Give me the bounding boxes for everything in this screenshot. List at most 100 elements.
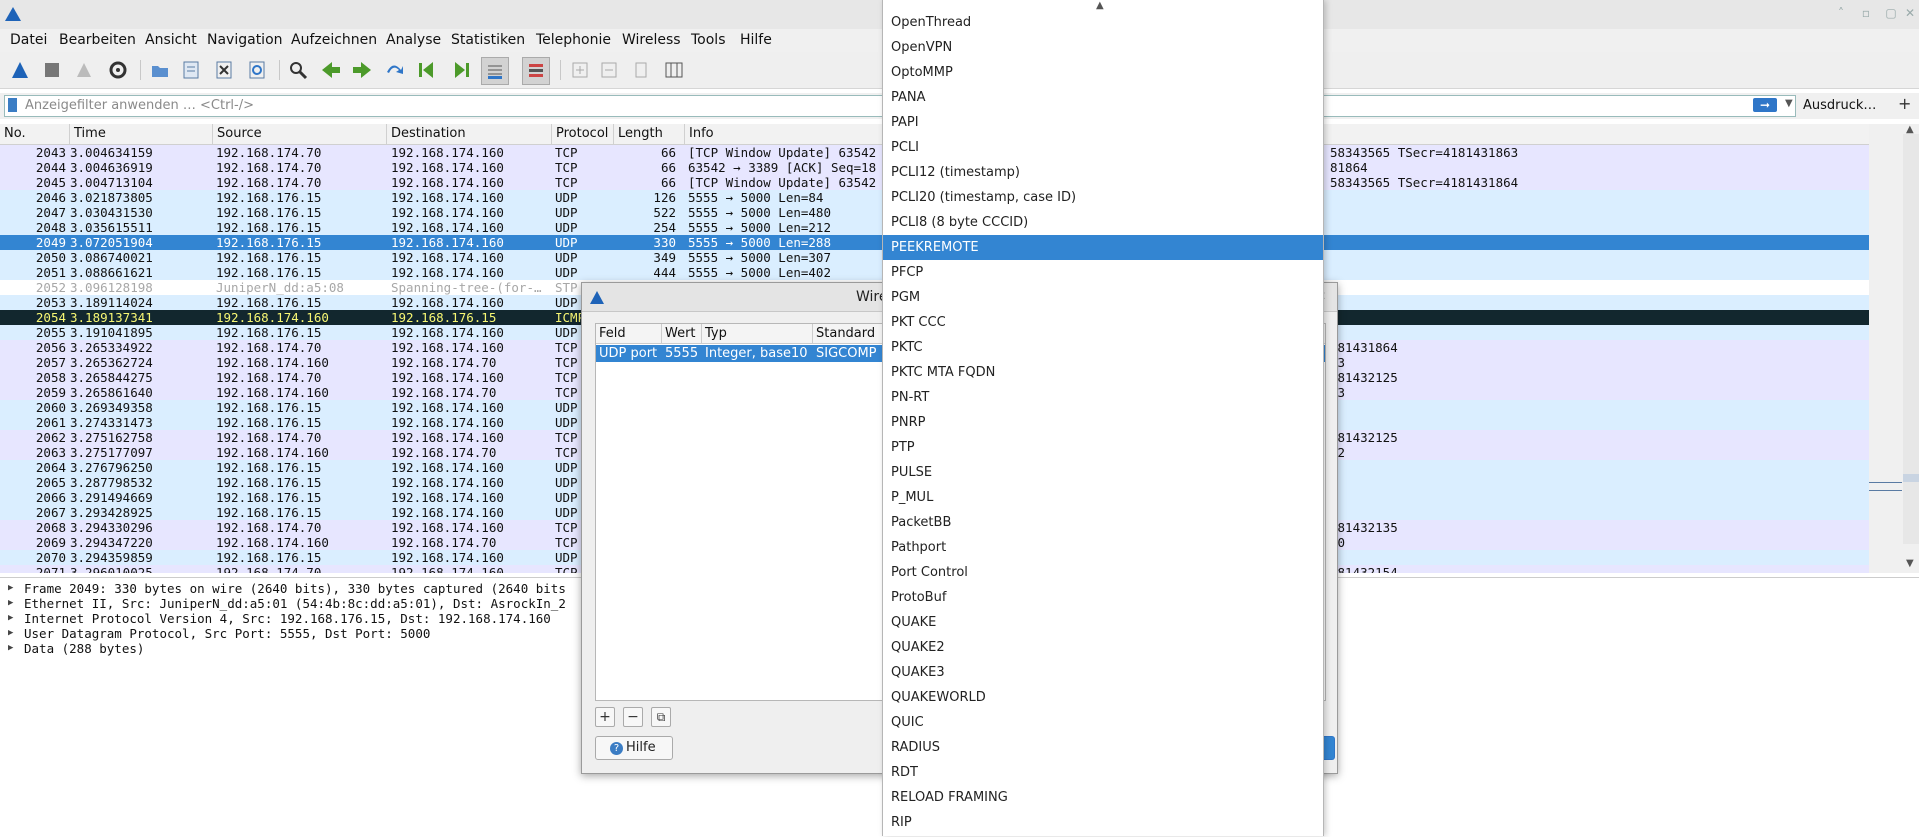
add-filter-button[interactable]: +: [1898, 94, 1911, 113]
dropdown-item[interactable]: PacketBB: [883, 510, 1323, 535]
dropdown-item[interactable]: RIP: [883, 810, 1323, 835]
scroll-down-icon[interactable]: ▼: [1906, 558, 1914, 569]
col-typ[interactable]: Typ: [702, 324, 813, 344]
normal-size-icon[interactable]: [628, 57, 654, 83]
menu-aufzeichnen[interactable]: Aufzeichnen: [291, 31, 377, 50]
dropdown-item[interactable]: PEEKREMOTE: [883, 235, 1323, 260]
menu-wireless[interactable]: Wireless: [622, 31, 681, 50]
dropdown-item[interactable]: RELOAD FRAMING: [883, 785, 1323, 810]
protocol-dropdown-list[interactable]: ▲ OpenThread OpenVPN OptoMMP PANA PAPI PCLI PC…: [882, 0, 1324, 836]
menu-analyse[interactable]: Analyse: [386, 31, 441, 50]
col-length[interactable]: Length: [614, 124, 685, 144]
zoom-out-icon[interactable]: [596, 57, 622, 83]
col-wert[interactable]: Wert: [662, 324, 702, 344]
zoom-in-icon[interactable]: [567, 57, 593, 83]
dropdown-item[interactable]: RDT: [883, 760, 1323, 785]
dropdown-item[interactable]: RADIUS: [883, 735, 1323, 760]
dropdown-item[interactable]: QUAKE: [883, 610, 1323, 635]
add-entry-button[interactable]: +: [595, 707, 615, 727]
packet-list-scrollbar[interactable]: ▲ ▼: [1869, 124, 1919, 573]
scroll-thumb[interactable]: [1903, 474, 1919, 482]
col-no[interactable]: No.: [0, 124, 70, 144]
go-to-packet-icon[interactable]: [381, 57, 407, 83]
dropdown-item[interactable]: Port Control: [883, 560, 1323, 585]
chevron-down-icon[interactable]: ▼: [1785, 98, 1793, 109]
expand-arrow-icon[interactable]: ▶: [8, 626, 13, 641]
col-source[interactable]: Source: [213, 124, 387, 144]
start-capture-icon[interactable]: [7, 57, 33, 83]
bookmark-icon[interactable]: [8, 98, 17, 112]
dropdown-item[interactable]: PCLI20 (timestamp, case ID): [883, 185, 1323, 210]
cell-tail: 181432135: [1330, 520, 1398, 535]
restore-icon[interactable]: ▫: [1859, 6, 1873, 20]
first-packet-icon[interactable]: [415, 57, 441, 83]
dropdown-item[interactable]: PFCP: [883, 260, 1323, 285]
expand-arrow-icon[interactable]: ▶: [8, 581, 13, 596]
dropdown-item[interactable]: PN-RT: [883, 385, 1323, 410]
save-file-icon[interactable]: [178, 57, 204, 83]
menu-statistiken[interactable]: Statistiken: [451, 31, 525, 50]
dropdown-item[interactable]: QUAKEWORLD: [883, 685, 1323, 710]
close-file-icon[interactable]: [211, 57, 237, 83]
col-destination[interactable]: Destination: [387, 124, 552, 144]
go-forward-arrow-icon[interactable]: [349, 57, 375, 83]
dropdown-item[interactable]: PAPI: [883, 110, 1323, 135]
autoscroll-toggle-icon[interactable]: [481, 57, 509, 85]
menu-bearbeiten[interactable]: Bearbeiten: [59, 31, 136, 50]
last-packet-icon[interactable]: [447, 57, 473, 83]
dropdown-item[interactable]: QUIC: [883, 710, 1323, 735]
apply-filter-arrow-icon[interactable]: ➞: [1753, 98, 1777, 112]
dropdown-item[interactable]: PCLI: [883, 135, 1323, 160]
dropdown-item[interactable]: PGM: [883, 285, 1323, 310]
dropdown-item[interactable]: Pathport: [883, 535, 1323, 560]
dropdown-item[interactable]: P_MUL: [883, 485, 1323, 510]
menu-datei[interactable]: Datei: [10, 31, 47, 50]
close-window-icon[interactable]: ✕: [1903, 6, 1917, 20]
dropdown-item[interactable]: OptoMMP: [883, 60, 1323, 85]
minimize-icon[interactable]: ˄: [1834, 6, 1848, 20]
dropdown-item[interactable]: PCLI8 (8 byte CCCID): [883, 210, 1323, 235]
maximize-icon[interactable]: ▢: [1884, 6, 1898, 20]
dropdown-item[interactable]: PULSE: [883, 460, 1323, 485]
dropdown-item[interactable]: PKT CCC: [883, 310, 1323, 335]
dropdown-item[interactable]: PTP: [883, 435, 1323, 460]
dropdown-item[interactable]: PANA: [883, 85, 1323, 110]
cell-dst: 192.168.174.160: [391, 400, 504, 415]
expand-arrow-icon[interactable]: ▶: [8, 596, 13, 611]
menu-navigation[interactable]: Navigation: [207, 31, 283, 50]
expand-arrow-icon[interactable]: ▶: [8, 611, 13, 626]
dropdown-item[interactable]: PKTC: [883, 335, 1323, 360]
dropdown-item[interactable]: PNRP: [883, 410, 1323, 435]
expression-button[interactable]: Ausdruck…: [1803, 98, 1876, 113]
col-time[interactable]: Time: [70, 124, 213, 144]
help-button[interactable]: ? Hilfe: [595, 736, 673, 760]
copy-entry-button[interactable]: ⧉: [651, 707, 671, 727]
open-file-icon[interactable]: [147, 57, 173, 83]
restart-capture-icon[interactable]: [71, 57, 97, 83]
expand-arrow-icon[interactable]: ▶: [8, 641, 13, 656]
col-protocol[interactable]: Protocol: [552, 124, 614, 144]
colorize-toggle-icon[interactable]: [522, 57, 550, 85]
resize-columns-icon[interactable]: [661, 57, 687, 83]
dropdown-item[interactable]: ProtoBuf: [883, 585, 1323, 610]
menu-ansicht[interactable]: Ansicht: [145, 31, 197, 50]
menu-tools[interactable]: Tools: [691, 31, 726, 50]
wireshark-logo-icon: [5, 7, 21, 21]
go-back-arrow-icon[interactable]: [318, 57, 344, 83]
dropdown-item[interactable]: OpenVPN: [883, 35, 1323, 60]
find-packet-search-icon[interactable]: [285, 57, 311, 83]
dropdown-item[interactable]: PKTC MTA FQDN: [883, 360, 1323, 385]
cell-src: 192.168.174.160: [216, 310, 329, 325]
scroll-track[interactable]: [1903, 134, 1919, 544]
menu-telephonie[interactable]: Telephonie: [536, 31, 611, 50]
stop-capture-icon[interactable]: [39, 57, 65, 83]
reload-file-icon[interactable]: [244, 57, 270, 83]
dropdown-item[interactable]: OpenThread: [883, 10, 1323, 35]
dropdown-item[interactable]: QUAKE3: [883, 660, 1323, 685]
menu-hilfe[interactable]: Hilfe: [740, 31, 772, 50]
capture-options-gear-icon[interactable]: [105, 57, 131, 83]
remove-entry-button[interactable]: −: [623, 707, 643, 727]
dropdown-item[interactable]: QUAKE2: [883, 635, 1323, 660]
col-feld[interactable]: Feld: [596, 324, 662, 344]
dropdown-item[interactable]: PCLI12 (timestamp): [883, 160, 1323, 185]
